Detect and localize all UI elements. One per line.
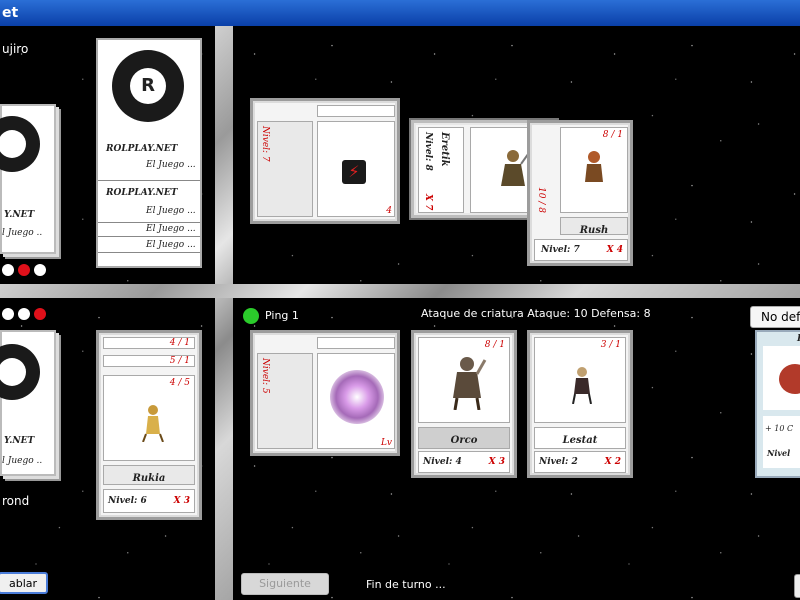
life-dot-white — [18, 308, 30, 320]
life-dot-white — [34, 264, 46, 276]
hand-card-rukia[interactable]: 4 / 1 5 / 1 4 / 5 Rukia Nivel: 6 X 3 — [96, 330, 202, 520]
card-art-frame: Lv — [317, 353, 395, 449]
deck-brand-sub: l Juego .. — [2, 228, 43, 238]
card-art-frame: 3 / 1 — [534, 337, 626, 423]
card-name-box: Rukia — [103, 465, 195, 485]
card-side-panel: Nivel: 7 — [257, 121, 313, 217]
card-text-box: + 10 C Nivel — [763, 416, 800, 468]
card-art-frame: 8 / 1 — [418, 337, 510, 423]
pile-brand-2: ROLPLAY.NET — [106, 188, 178, 198]
rolplay-logo-icon — [0, 116, 40, 172]
card-stats-box: Nivel: 7 X 4 — [534, 239, 628, 261]
ping-label: Ping 1 — [265, 309, 299, 322]
rolplay-logo-icon: R — [112, 50, 184, 122]
field-card-portal[interactable]: Nivel: 5 Lv — [250, 330, 400, 456]
stacked-card-2: 5 / 1 — [103, 355, 195, 367]
no-defend-button[interactable]: No def — [750, 306, 800, 328]
card-stats-box: Nivel: 6 X 3 — [103, 489, 195, 513]
rolplay-logo-icon — [0, 344, 40, 400]
opponent-draw-pile[interactable]: R ROLPLAY.NET El Juego ... ROLPLAY.NET E… — [96, 38, 202, 268]
card-art-frame — [763, 346, 800, 410]
life-dot-red — [18, 264, 30, 276]
opponent-deck[interactable]: Y.NET l Juego .. — [0, 104, 56, 254]
pile-brand-sub-3: El Juego ... — [146, 224, 196, 234]
card-name-box: Orco — [418, 427, 510, 449]
opponent-panel: ujiro Y.NET l Juego .. R ROLPLAY.NET El … — [0, 26, 215, 284]
opponent-name: ujiro — [2, 42, 29, 56]
corner-button-partial[interactable] — [794, 574, 800, 598]
player-panel: Y.NET l Juego .. 4 / 1 5 / 1 4 / 5 Rukia… — [0, 298, 215, 600]
field-card-lestat[interactable]: 3 / 1 Lestat Nivel: 2 X 2 — [527, 330, 633, 478]
orc-figure-icon — [453, 357, 487, 410]
card-top-strip — [317, 105, 395, 117]
card-side-panel: Nivel: 5 — [257, 353, 313, 449]
warrior-figure-icon — [142, 405, 164, 442]
siguiente-button[interactable]: Siguiente — [241, 573, 329, 595]
life-dot-white — [2, 308, 14, 320]
portal-swirl-icon — [330, 370, 384, 424]
card-art-frame: 8 / 1 — [560, 127, 628, 213]
card-name-box: Rush — [560, 217, 628, 236]
player-deck[interactable]: Y.NET l Juego .. — [0, 330, 56, 476]
window-title: et — [2, 5, 19, 21]
field-card-orco[interactable]: 8 / 1 Orco Nivel: 4 X 3 — [411, 330, 517, 478]
card-name-box: Lestat — [534, 427, 626, 449]
player-name: rond — [2, 494, 30, 508]
stacked-card-1: 4 / 1 — [103, 337, 195, 349]
lightning-icon: ⚡ — [342, 160, 366, 184]
card-stats-box: Nivel: 2 X 2 — [534, 451, 626, 473]
card-art-frame: ⚡ 4 — [317, 121, 395, 217]
pile-brand-sub-2: El Juego ... — [146, 206, 196, 216]
life-dot-red — [34, 308, 46, 320]
creature-head-icon — [779, 364, 800, 394]
field-card-rush[interactable]: 8 / 1 10 / 8 Rush Nivel: 7 X 4 — [527, 120, 633, 266]
opponent-field: Nivel: 7 ⚡ 4 Nivel: 8 Eretik X 7 8 / 1 1… — [233, 26, 800, 284]
player-field: Ping 1 Ataque de criatura Ataque: 10 Def… — [233, 298, 800, 600]
card-side-panel: Nivel: 8 Eretik X 7 — [418, 127, 464, 213]
pile-brand-1: ROLPLAY.NET — [106, 144, 178, 154]
field-card-spell[interactable]: Nivel: 7 ⚡ 4 — [250, 98, 400, 224]
deck-brand-line: Y.NET — [4, 210, 35, 220]
attack-info: Ataque de criatura Ataque: 10 Defensa: 8 — [421, 307, 651, 320]
turn-status: Fin de turno ... — [366, 578, 446, 591]
vampire-figure-icon — [572, 367, 592, 404]
side-card-partial[interactable]: P + 10 C Nivel — [755, 330, 800, 478]
pile-brand-sub-1: El Juego ... — [146, 160, 196, 170]
card-stats-box: Nivel: 4 X 3 — [418, 451, 510, 473]
deck-brand-sub: l Juego .. — [2, 456, 43, 466]
card-art-frame: 4 / 5 — [103, 375, 195, 461]
pile-brand-sub-4: El Juego ... — [146, 240, 196, 250]
hablar-button[interactable]: ablar — [0, 572, 48, 594]
horizontal-divider — [0, 284, 800, 298]
deck-brand-line: Y.NET — [4, 436, 35, 446]
card-top-strip — [317, 337, 395, 349]
life-dot-white — [2, 264, 14, 276]
vertical-divider — [215, 26, 233, 600]
ping-status-icon — [243, 308, 259, 324]
window-title-bar: et — [0, 0, 800, 26]
dwarf-figure-icon — [585, 151, 603, 182]
